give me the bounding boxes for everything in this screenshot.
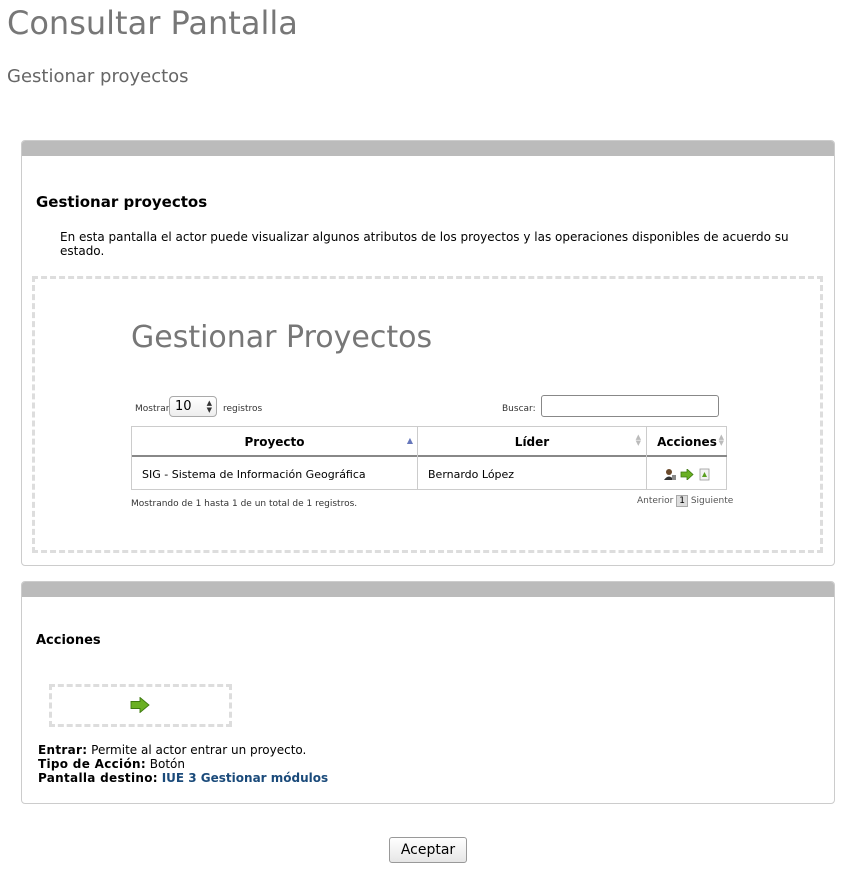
cell-lider: Bernardo López <box>428 468 515 481</box>
actions-title: Acciones <box>36 633 101 648</box>
page-subtitle: Gestionar proyectos <box>7 66 189 87</box>
rule-destino-label: Pantalla destino: <box>38 771 158 785</box>
pagination-next[interactable]: Siguiente <box>691 496 733 506</box>
length-suffix-label: registros <box>223 404 263 414</box>
sort-both-icon: ▲ ▼ <box>718 433 724 447</box>
arrow-right-icon[interactable] <box>680 469 694 480</box>
screen-mockup-frame: Gestionar Proyectos Mostrar 10 ▲ ▼ regist… <box>32 276 823 553</box>
column-header-proyecto[interactable]: Proyecto ▲ <box>132 427 417 457</box>
panel-header-bar <box>22 582 834 597</box>
rule-tipo: Tipo de Acción: Botón <box>38 757 185 771</box>
column-header-label: Proyecto <box>244 435 305 449</box>
page-length-value: 10 <box>175 399 192 414</box>
action-mockup-frame <box>49 684 232 727</box>
sort-both-icon: ▲ ▼ <box>635 433 641 447</box>
column-divider <box>417 427 418 490</box>
page-title: Consultar Pantalla <box>7 4 298 42</box>
rule-entrar-label: Entrar: <box>38 743 88 757</box>
arrow-right-icon[interactable] <box>130 697 150 713</box>
rule-entrar: Entrar: Permite al actor entrar un proye… <box>38 743 306 757</box>
cell-proyecto: SIG - Sistema de Información Geográfica <box>142 468 366 481</box>
column-header-label: Acciones <box>657 435 717 449</box>
accept-button[interactable]: Aceptar <box>389 837 467 863</box>
column-header-label: Líder <box>514 435 550 449</box>
destination-link[interactable]: IUE 3 Gestionar módulos <box>162 771 328 785</box>
rule-entrar-text: Permite al actor entrar un proyecto. <box>91 743 307 757</box>
mockup-title: Gestionar Proyectos <box>131 320 433 355</box>
screen-description-panel: Gestionar proyectos En esta pantalla el … <box>21 140 835 566</box>
page-length-select[interactable]: 10 ▲ ▼ <box>169 396 217 417</box>
pagination: Anterior 1 Siguiente <box>637 495 733 507</box>
table-info: Mostrando de 1 hasta 1 de un total de 1 … <box>131 499 358 509</box>
column-header-acciones[interactable]: Acciones ▲ ▼ <box>647 427 727 457</box>
sort-asc-icon: ▲ <box>406 436 413 445</box>
pagination-previous[interactable]: Anterior <box>637 496 673 506</box>
rule-tipo-value: Botón <box>149 757 185 771</box>
select-arrows-icon: ▲ ▼ <box>206 399 212 414</box>
length-prefix-label: Mostrar <box>135 404 170 414</box>
document-icon[interactable] <box>699 468 710 481</box>
cell-acciones <box>662 459 722 490</box>
column-header-lider[interactable]: Líder ▲ ▼ <box>418 427 646 457</box>
rule-destino: Pantalla destino: IUE 3 Gestionar módulo… <box>38 771 328 785</box>
actions-panel: Acciones Entrar: Permite al actor entrar… <box>21 581 835 804</box>
search-input[interactable] <box>541 395 719 417</box>
search-label: Buscar: <box>502 404 536 414</box>
rule-tipo-label: Tipo de Acción: <box>38 757 146 771</box>
section-title: Gestionar proyectos <box>36 193 208 211</box>
projects-table: Proyecto ▲ Líder ▲ ▼ Acciones ▲ ▼ SIG - Si… <box>131 426 727 490</box>
column-divider <box>646 427 647 490</box>
panel-header-bar <box>22 141 834 156</box>
pagination-page-current[interactable]: 1 <box>676 495 688 507</box>
section-description: En esta pantalla el actor puede visualiz… <box>60 230 789 258</box>
user-icon[interactable] <box>663 468 677 481</box>
